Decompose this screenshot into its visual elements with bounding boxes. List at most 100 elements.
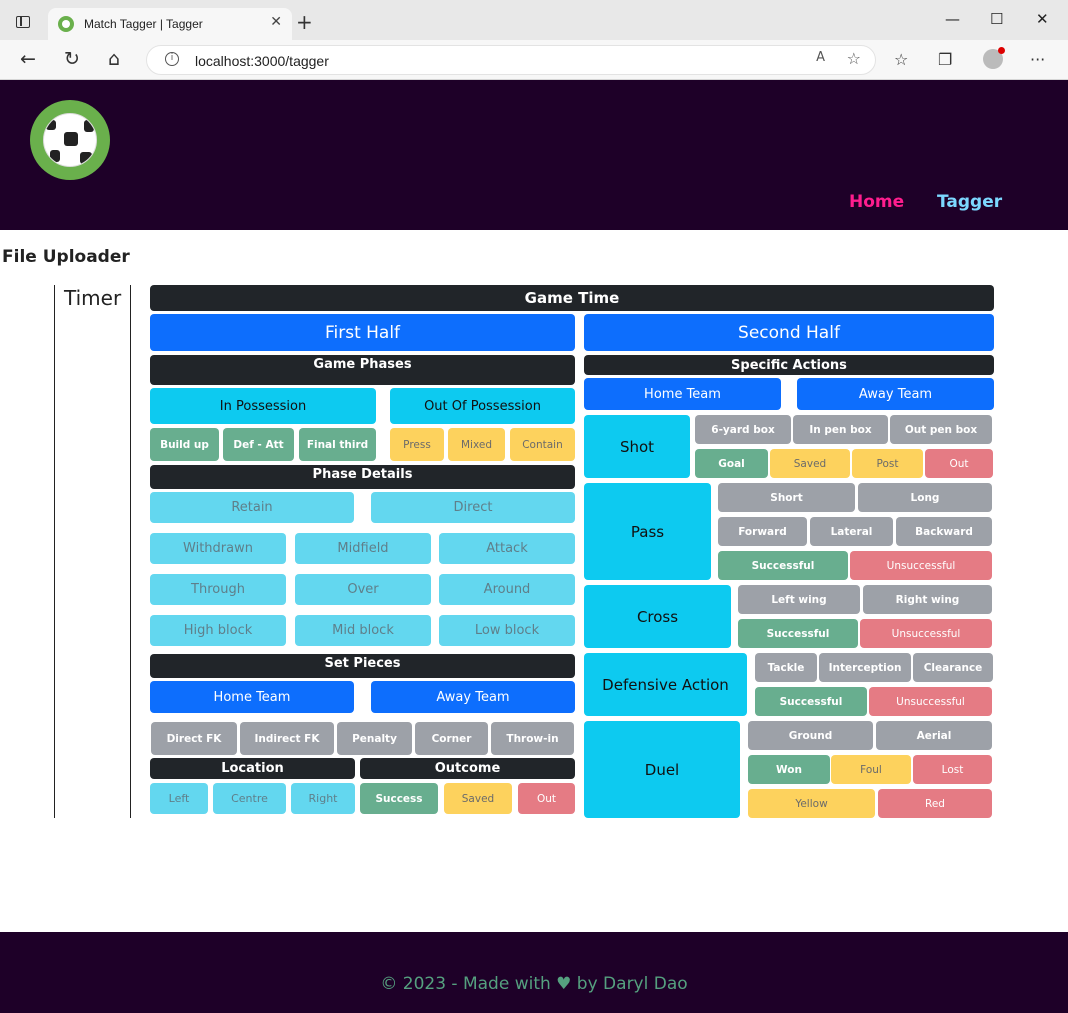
phase-details-header: Phase Details	[150, 465, 575, 489]
set-piece-away-team-button[interactable]: Away Team	[371, 681, 575, 713]
location-centre-button[interactable]: Centre	[213, 783, 286, 814]
defensive-successful-button[interactable]: Successful	[755, 687, 867, 716]
around-button[interactable]: Around	[439, 574, 575, 605]
duel-aerial-button[interactable]: Aerial	[876, 721, 992, 750]
address-bar[interactable]: i localhost:3000/tagger A ☆	[146, 45, 876, 75]
build-up-button[interactable]: Build up	[150, 428, 219, 461]
through-button[interactable]: Through	[150, 574, 286, 605]
penalty-button[interactable]: Penalty	[337, 722, 412, 755]
outcome-out-button[interactable]: Out	[518, 783, 575, 814]
six-yard-box-button[interactable]: 6-yard box	[695, 415, 791, 444]
read-aloud-icon[interactable]: A	[816, 50, 825, 65]
refresh-icon[interactable]: ↻	[64, 48, 80, 70]
duel-foul-button[interactable]: Foul	[831, 755, 911, 784]
out-of-possession-button[interactable]: Out Of Possession	[390, 388, 575, 424]
defensive-action-button[interactable]: Defensive Action	[584, 653, 747, 716]
sidebar-toggle-icon[interactable]	[16, 16, 30, 28]
mixed-button[interactable]: Mixed	[448, 428, 505, 461]
contain-button[interactable]: Contain	[510, 428, 575, 461]
out-pen-box-button[interactable]: Out pen box	[890, 415, 992, 444]
home-icon[interactable]: ⌂	[108, 48, 120, 70]
defensive-unsuccessful-button[interactable]: Unsuccessful	[869, 687, 992, 716]
cross-successful-button[interactable]: Successful	[738, 619, 858, 648]
file-uploader-heading: File Uploader	[2, 247, 130, 267]
nav-home-link[interactable]: Home	[849, 192, 904, 212]
more-menu-icon[interactable]: ···	[1030, 50, 1045, 69]
new-tab-icon[interactable]: +	[296, 12, 313, 32]
back-arrow-icon[interactable]: ←	[20, 48, 36, 70]
cross-button[interactable]: Cross	[584, 585, 731, 648]
shot-saved-button[interactable]: Saved	[770, 449, 850, 478]
pass-button[interactable]: Pass	[584, 483, 711, 580]
second-half-button[interactable]: Second Half	[584, 314, 994, 351]
pass-unsuccessful-button[interactable]: Unsuccessful	[850, 551, 992, 580]
in-possession-button[interactable]: In Possession	[150, 388, 376, 424]
mid-block-button[interactable]: Mid block	[295, 615, 431, 646]
maximize-icon[interactable]: ☐	[990, 10, 1003, 28]
withdrawn-button[interactable]: Withdrawn	[150, 533, 286, 564]
divider	[130, 285, 131, 818]
pass-backward-button[interactable]: Backward	[896, 517, 992, 546]
direct-fk-button[interactable]: Direct FK	[151, 722, 237, 755]
pass-forward-button[interactable]: Forward	[718, 517, 807, 546]
shot-button[interactable]: Shot	[584, 415, 690, 478]
location-left-button[interactable]: Left	[150, 783, 208, 814]
outcome-success-button[interactable]: Success	[360, 783, 438, 814]
first-half-button[interactable]: First Half	[150, 314, 575, 351]
duel-ground-button[interactable]: Ground	[748, 721, 873, 750]
url-text[interactable]: localhost:3000/tagger	[195, 53, 329, 69]
clearance-button[interactable]: Clearance	[913, 653, 993, 682]
cross-unsuccessful-button[interactable]: Unsuccessful	[860, 619, 992, 648]
throw-in-button[interactable]: Throw-in	[491, 722, 574, 755]
add-favorite-icon[interactable]: ☆	[847, 49, 861, 68]
shot-out-button[interactable]: Out	[925, 449, 993, 478]
duel-button[interactable]: Duel	[584, 721, 740, 818]
pass-successful-button[interactable]: Successful	[718, 551, 848, 580]
over-button[interactable]: Over	[295, 574, 431, 605]
midfield-button[interactable]: Midfield	[295, 533, 431, 564]
tab-strip: Match Tagger | Tagger ✕ + — ☐ ✕	[0, 0, 1068, 40]
interception-button[interactable]: Interception	[819, 653, 911, 682]
outcome-saved-button[interactable]: Saved	[444, 783, 512, 814]
pass-short-button[interactable]: Short	[718, 483, 855, 512]
press-button[interactable]: Press	[390, 428, 444, 461]
tab-close-icon[interactable]: ✕	[270, 14, 282, 30]
close-window-icon[interactable]: ✕	[1036, 10, 1049, 28]
indirect-fk-button[interactable]: Indirect FK	[240, 722, 334, 755]
action-away-team-button[interactable]: Away Team	[797, 378, 994, 410]
direct-button[interactable]: Direct	[371, 492, 575, 523]
location-right-button[interactable]: Right	[291, 783, 355, 814]
final-third-button[interactable]: Final third	[299, 428, 376, 461]
low-block-button[interactable]: Low block	[439, 615, 575, 646]
corner-button[interactable]: Corner	[415, 722, 488, 755]
duel-won-button[interactable]: Won	[748, 755, 830, 784]
soccer-ball-logo-icon[interactable]	[30, 100, 110, 180]
duel-lost-button[interactable]: Lost	[913, 755, 992, 784]
site-header: Home Tagger	[0, 80, 1068, 230]
tackle-button[interactable]: Tackle	[755, 653, 817, 682]
pass-lateral-button[interactable]: Lateral	[810, 517, 893, 546]
def-att-button[interactable]: Def - Att	[223, 428, 294, 461]
attack-button[interactable]: Attack	[439, 533, 575, 564]
set-piece-home-team-button[interactable]: Home Team	[150, 681, 354, 713]
profile-avatar[interactable]	[983, 47, 1005, 69]
high-block-button[interactable]: High block	[150, 615, 286, 646]
location-header: Location	[150, 758, 355, 779]
ball-patch	[64, 132, 78, 146]
pass-long-button[interactable]: Long	[858, 483, 992, 512]
in-pen-box-button[interactable]: In pen box	[793, 415, 888, 444]
shot-post-button[interactable]: Post	[852, 449, 923, 478]
nav-tagger-link[interactable]: Tagger	[937, 192, 1002, 212]
cross-left-wing-button[interactable]: Left wing	[738, 585, 860, 614]
browser-tab[interactable]: Match Tagger | Tagger ✕	[48, 8, 292, 40]
yellow-card-button[interactable]: Yellow	[748, 789, 875, 818]
info-icon[interactable]: i	[165, 52, 179, 66]
favorites-icon[interactable]: ☆	[894, 50, 908, 69]
shot-goal-button[interactable]: Goal	[695, 449, 768, 478]
action-home-team-button[interactable]: Home Team	[584, 378, 781, 410]
cross-right-wing-button[interactable]: Right wing	[863, 585, 992, 614]
collections-icon[interactable]: ❐	[938, 50, 952, 69]
minimize-icon[interactable]: —	[945, 10, 960, 28]
retain-button[interactable]: Retain	[150, 492, 354, 523]
red-card-button[interactable]: Red	[878, 789, 992, 818]
